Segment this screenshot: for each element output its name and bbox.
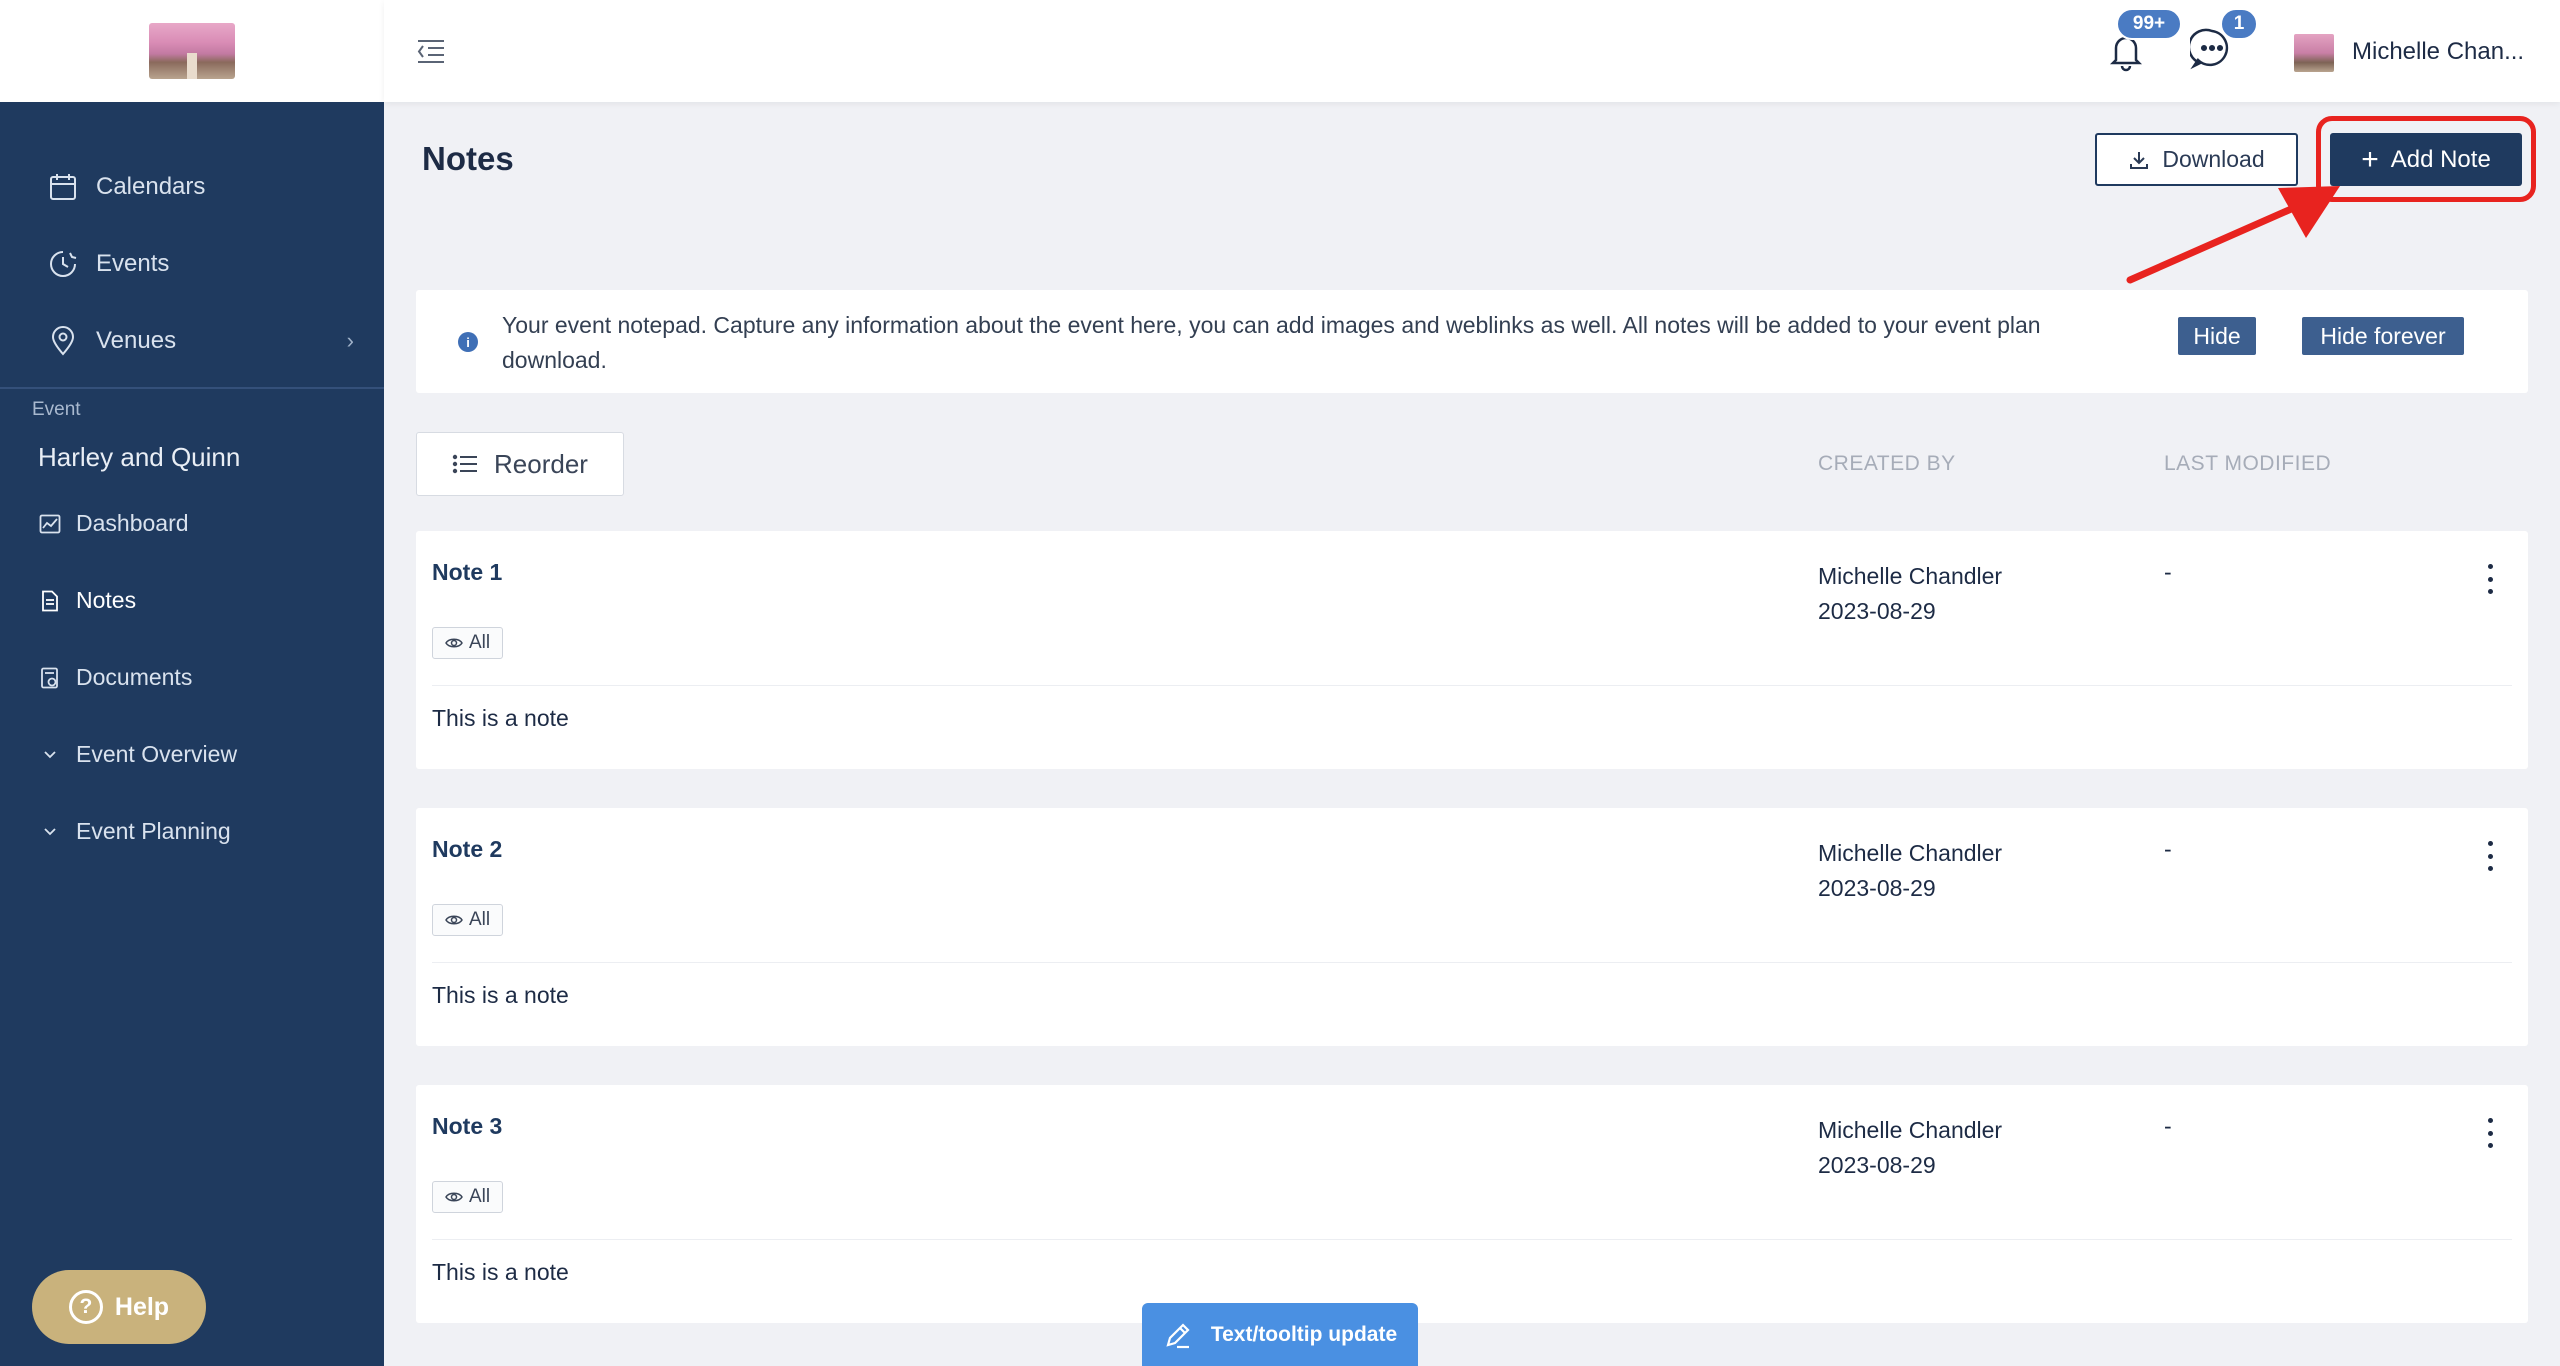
tooltip-tab-label: Text/tooltip update — [1210, 1322, 1398, 1346]
note-created-by: Michelle Chandler 2023-08-29 — [1818, 836, 2002, 906]
more-options-icon[interactable] — [2480, 561, 2500, 597]
eye-icon — [445, 913, 463, 927]
chevron-right-icon: › — [346, 327, 354, 353]
sidebar-item-documents[interactable]: Documents — [0, 639, 384, 716]
visibility-tag[interactable]: All — [432, 627, 504, 659]
arrow-annotation — [2126, 186, 2340, 284]
sidebar-item-label: Event Overview — [76, 741, 238, 767]
nav-item-venues[interactable]: Venues › — [0, 302, 384, 379]
sidebar-item-label: Documents — [76, 664, 193, 690]
nav-item-label: Calendars — [96, 172, 206, 200]
note-body: This is a note — [432, 982, 569, 1008]
download-icon — [2128, 149, 2150, 171]
nav-item-label: Venues — [96, 326, 177, 354]
sidebar-item-label: Event Planning — [76, 818, 231, 844]
avatar[interactable] — [2294, 34, 2334, 72]
visibility-label: All — [469, 909, 491, 930]
sidebar: Calendars Events Venues › Event Harley a… — [0, 0, 384, 1366]
note-last-modified: - — [2164, 836, 2172, 862]
note-created-date: 2023-08-29 — [1818, 598, 1936, 624]
note-last-modified: - — [2164, 1113, 2172, 1139]
note-last-modified: - — [2164, 559, 2172, 585]
visibility-label: All — [469, 632, 491, 653]
note-title[interactable]: Note 3 — [432, 1113, 502, 1140]
note-created-by: Michelle Chandler 2023-08-29 — [1818, 1113, 2002, 1183]
text-tooltip-update-tab[interactable]: Text/tooltip update — [1142, 1303, 1418, 1366]
divider — [432, 685, 2512, 686]
list-icon — [452, 453, 478, 475]
sidebar-item-dashboard[interactable]: Dashboard — [0, 485, 384, 562]
notifications-badge: 99+ — [2116, 8, 2182, 40]
note-created-date: 2023-08-29 — [1818, 1152, 1936, 1178]
reorder-button[interactable]: Reorder — [416, 432, 624, 496]
sidebar-item-notes[interactable]: Notes — [0, 562, 384, 639]
note-card: Note 1 All This is a note Michelle Chand… — [416, 531, 2528, 769]
add-note-button[interactable]: + Add Note — [2330, 133, 2522, 186]
help-label: Help — [114, 1292, 170, 1321]
sidebar-item-event-overview[interactable]: Event Overview — [0, 716, 384, 793]
column-header-created-by[interactable]: CREATED BY — [1818, 452, 1956, 476]
note-author: Michelle Chandler — [1818, 1117, 2003, 1143]
note-title[interactable]: Note 2 — [432, 836, 502, 863]
info-banner: i Your event notepad. Capture any inform… — [416, 290, 2528, 393]
note-created-date: 2023-08-29 — [1818, 875, 1936, 901]
eye-icon — [445, 636, 463, 650]
clock-icon — [46, 247, 80, 281]
chevron-down-icon — [38, 820, 62, 844]
divider — [432, 1239, 2512, 1240]
note-card: Note 2 All This is a note Michelle Chand… — [416, 808, 2528, 1046]
add-note-label: Add Note — [2390, 145, 2491, 173]
chart-icon — [38, 512, 62, 536]
nav-item-events[interactable]: Events — [0, 225, 384, 302]
event-name: Harley and Quinn — [38, 441, 241, 472]
reorder-label: Reorder — [494, 448, 588, 479]
section-label-event: Event — [32, 399, 81, 420]
note-author: Michelle Chandler — [1818, 840, 2003, 866]
more-options-icon[interactable] — [2480, 1115, 2500, 1151]
info-text: Your event notepad. Capture any informat… — [502, 312, 2041, 373]
visibility-tag[interactable]: All — [432, 904, 504, 936]
divider — [432, 962, 2512, 963]
eye-icon — [445, 1190, 463, 1204]
info-icon: i — [458, 332, 478, 352]
visibility-tag[interactable]: All — [432, 1181, 504, 1213]
visibility-label: All — [469, 1186, 491, 1207]
calendar-icon — [46, 170, 80, 204]
note-title[interactable]: Note 1 — [432, 559, 502, 586]
file-check-icon — [38, 666, 62, 690]
nav-item-label: Events — [96, 249, 170, 277]
help-button[interactable]: ? Help — [32, 1270, 206, 1344]
download-label: Download — [2162, 146, 2265, 172]
top-bar: 99+ 1 Michelle Chan... — [384, 0, 2560, 102]
collapse-menu-icon[interactable] — [414, 34, 448, 68]
sidebar-item-event-planning[interactable]: Event Planning — [0, 793, 384, 870]
column-header-last-modified[interactable]: LAST MODIFIED — [2164, 452, 2331, 476]
note-author: Michelle Chandler — [1818, 563, 2003, 589]
note-body: This is a note — [432, 705, 569, 731]
sidebar-item-label: Notes — [76, 587, 137, 613]
sidebar-item-label: Dashboard — [76, 510, 189, 536]
messages-badge: 1 — [2220, 8, 2258, 40]
nav-item-calendars[interactable]: Calendars — [0, 148, 384, 225]
plus-icon: + — [2361, 142, 2379, 176]
note-created-by: Michelle Chandler 2023-08-29 — [1818, 559, 2002, 629]
note-card: Note 3 All This is a note Michelle Chand… — [416, 1085, 2528, 1323]
logo-area — [0, 0, 384, 102]
logo-image[interactable] — [149, 23, 235, 79]
main-nav: Calendars Events Venues › — [0, 102, 384, 379]
more-options-icon[interactable] — [2480, 838, 2500, 874]
hide-forever-button[interactable]: Hide forever — [2302, 317, 2464, 355]
question-icon: ? — [68, 1290, 103, 1324]
download-button[interactable]: Download — [2095, 133, 2298, 186]
hide-button[interactable]: Hide — [2178, 317, 2256, 355]
user-name[interactable]: Michelle Chan... — [2352, 38, 2524, 66]
document-icon — [38, 589, 62, 613]
location-pin-icon — [46, 324, 80, 358]
chevron-down-icon — [38, 743, 62, 767]
pencil-icon — [1163, 1320, 1193, 1350]
note-body: This is a note — [432, 1259, 569, 1285]
page-title: Notes — [422, 140, 514, 177]
